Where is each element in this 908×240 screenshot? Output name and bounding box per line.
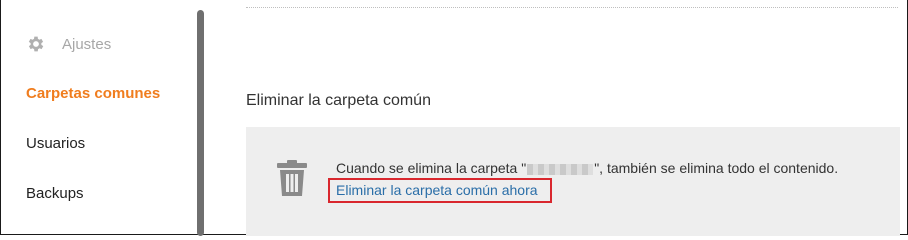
- trash-icon: [277, 160, 307, 196]
- divider: [246, 7, 898, 8]
- section-title: Eliminar la carpeta común: [246, 92, 431, 109]
- sidebar-item-label: Usuarios: [26, 135, 86, 152]
- delete-info-text: Cuando se elimina la carpeta " ", también…: [336, 160, 838, 176]
- gear-icon: [28, 36, 44, 52]
- sidebar-item-carpetas-comunes[interactable]: Carpetas comunes: [26, 85, 160, 102]
- sidebar: Ajustes Carpetas comunes Usuarios Backup…: [0, 0, 205, 236]
- sidebar-item-label: Backups: [26, 185, 84, 202]
- redacted-folder-name: [527, 163, 594, 175]
- sidebar-item-backups[interactable]: Backups: [26, 185, 84, 202]
- highlight-box: [328, 178, 552, 203]
- sidebar-item-label: Ajustes: [62, 35, 112, 53]
- sidebar-item-usuarios[interactable]: Usuarios: [26, 135, 85, 152]
- sidebar-item-label: Carpetas comunes: [26, 85, 161, 102]
- sidebar-item-ajustes[interactable]: Ajustes: [26, 34, 111, 54]
- info-text-before: Cuando se elimina la carpeta ": [336, 160, 527, 176]
- sidebar-scrollbar[interactable]: [197, 10, 204, 236]
- info-text-after: ", también se elimina todo el contenido.: [594, 160, 839, 176]
